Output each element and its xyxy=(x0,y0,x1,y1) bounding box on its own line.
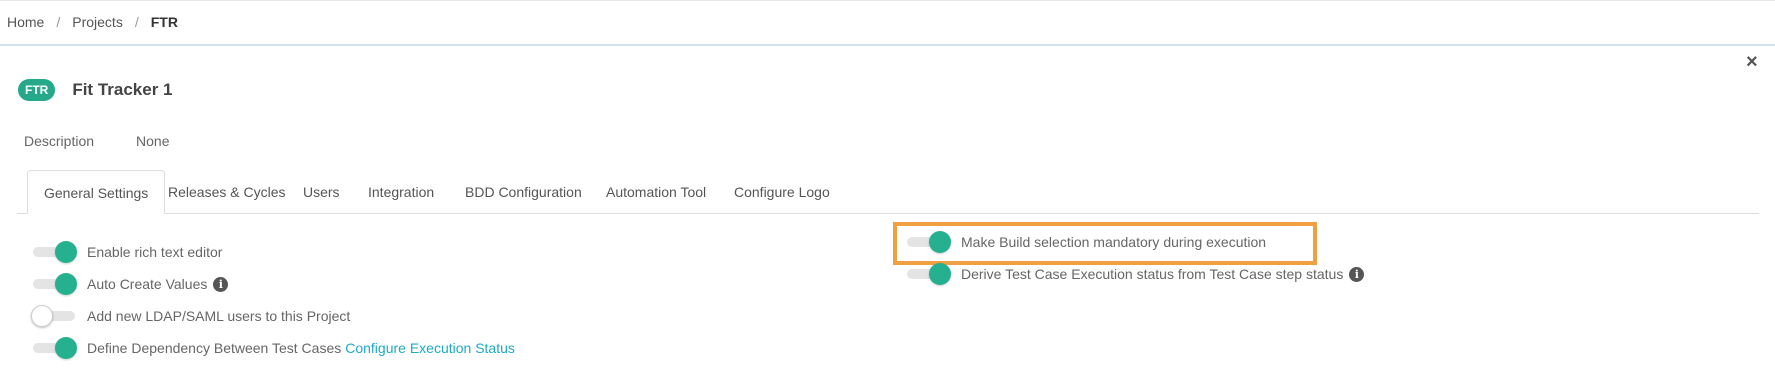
tab-releases-cycles[interactable]: Releases & Cycles xyxy=(168,170,286,214)
setting-label: Auto Create Values xyxy=(87,276,208,292)
breadcrumb: Home / Projects / FTR xyxy=(7,14,178,30)
info-icon[interactable]: i xyxy=(1349,266,1365,282)
page-title: Fit Tracker 1 xyxy=(72,80,173,99)
description-row: Description None xyxy=(24,133,170,149)
setting-label: Add new LDAP/SAML users to this Project xyxy=(87,308,351,324)
ldap-saml-users-toggle[interactable] xyxy=(31,305,75,327)
setting-rich-text-editor: Enable rich text editor xyxy=(33,241,223,263)
build-selection-mandatory-toggle[interactable] xyxy=(907,231,951,253)
top-bar: Home / Projects / FTR xyxy=(0,0,1775,46)
settings-tabs: General Settings Releases & Cycles Users… xyxy=(17,170,1759,214)
tab-bdd-configuration[interactable]: BDD Configuration xyxy=(465,170,582,214)
setting-ldap-saml-users: Add new LDAP/SAML users to this Project xyxy=(31,305,351,327)
setting-define-dependency: Define Dependency Between Test Cases Con… xyxy=(33,337,515,359)
breadcrumb-current: FTR xyxy=(150,14,178,30)
breadcrumb-projects[interactable]: Projects xyxy=(72,14,123,30)
info-icon[interactable]: i xyxy=(213,276,229,292)
setting-derive-execution-status: Derive Test Case Execution status from T… xyxy=(907,263,1365,285)
breadcrumb-separator: / xyxy=(56,14,61,30)
setting-build-selection-mandatory: Make Build selection mandatory during ex… xyxy=(907,231,1267,253)
tab-automation-tool[interactable]: Automation Tool xyxy=(606,170,706,214)
configure-execution-status-link[interactable]: Configure Execution Status xyxy=(345,340,515,356)
description-value: None xyxy=(136,133,170,149)
setting-label: Define Dependency Between Test Cases xyxy=(87,340,342,356)
auto-create-values-toggle[interactable] xyxy=(33,273,77,295)
tab-integration[interactable]: Integration xyxy=(368,170,434,214)
tab-general-settings[interactable]: General Settings xyxy=(27,170,166,214)
description-label: Description xyxy=(24,133,95,149)
derive-execution-status-toggle[interactable] xyxy=(907,263,951,285)
setting-label: Enable rich text editor xyxy=(87,244,223,260)
tab-users[interactable]: Users xyxy=(303,170,340,214)
project-badge: FTR xyxy=(18,79,56,101)
define-dependency-toggle[interactable] xyxy=(33,337,77,359)
setting-label: Make Build selection mandatory during ex… xyxy=(961,234,1267,250)
setting-auto-create-values: Auto Create Values i xyxy=(33,273,229,295)
close-icon[interactable]: × xyxy=(1746,52,1758,72)
tab-configure-logo[interactable]: Configure Logo xyxy=(734,170,830,214)
breadcrumb-home[interactable]: Home xyxy=(7,14,44,30)
project-header: FTR Fit Tracker 1 xyxy=(18,79,173,101)
rich-text-editor-toggle[interactable] xyxy=(33,241,77,263)
setting-label: Derive Test Case Execution status from T… xyxy=(961,266,1344,282)
breadcrumb-separator: / xyxy=(134,14,139,30)
